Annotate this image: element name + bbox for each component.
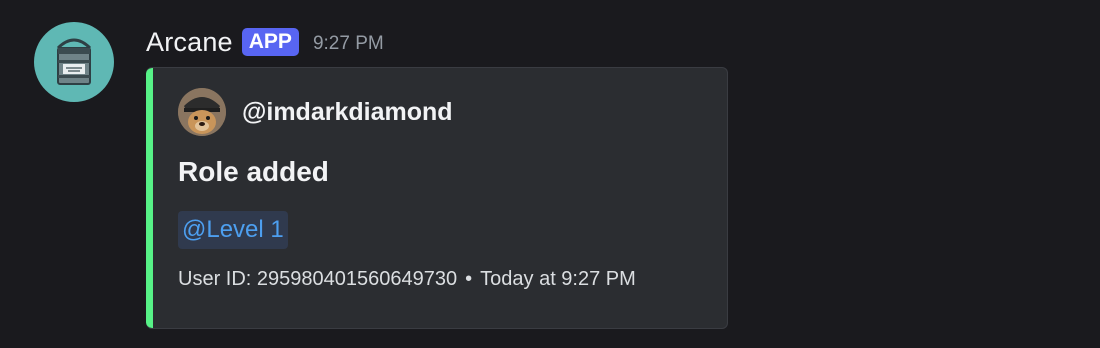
embed-author-name[interactable]: @imdarkdiamond	[242, 98, 453, 127]
message-timestamp[interactable]: 9:27 PM	[313, 29, 384, 55]
embed-accent-bar	[146, 68, 153, 328]
message-embed: @imdarkdiamond Role added @Level 1 User …	[146, 67, 728, 329]
app-badge: APP	[241, 28, 299, 56]
author-avatar	[178, 88, 226, 136]
username[interactable]: Arcane	[146, 27, 233, 58]
footer-separator: •	[465, 268, 473, 290]
embed-footer: User ID: 295980401560649730 • Today at 9…	[178, 268, 636, 291]
embed-author: @imdarkdiamond	[178, 88, 453, 136]
embed-title: Role added	[178, 156, 329, 187]
bot-avatar[interactable]	[34, 22, 114, 102]
chat-message: Arcane APP 9:27 PM @imdarkdiamond Role a…	[0, 0, 1100, 348]
footer-user-id: User ID: 295980401560649730	[178, 268, 458, 290]
paint-bucket-icon	[56, 38, 92, 85]
footer-timestamp: Today at 9:27 PM	[480, 268, 636, 290]
role-mention[interactable]: @Level 1	[178, 211, 288, 249]
message-header: Arcane APP 9:27 PM	[146, 24, 384, 60]
dog-avatar-icon	[178, 88, 226, 136]
